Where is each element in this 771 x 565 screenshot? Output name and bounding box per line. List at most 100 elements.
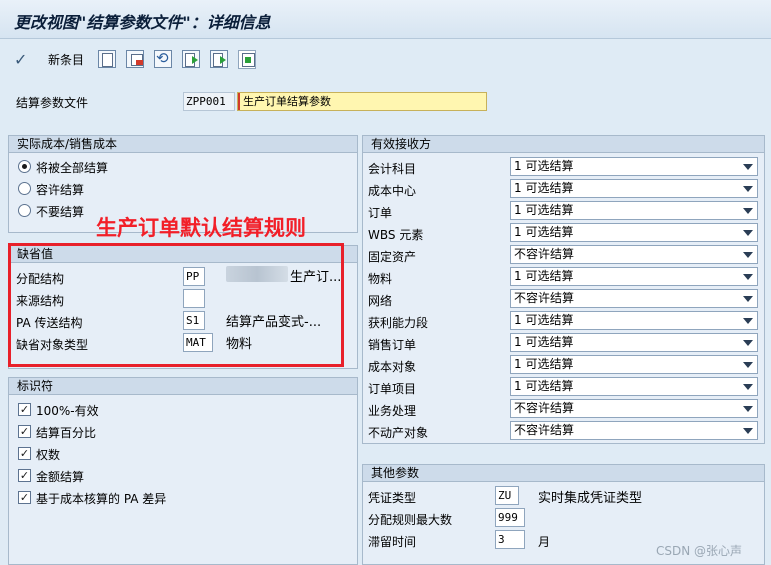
- chevron-down-icon: [743, 384, 753, 390]
- radio-optional-settlement[interactable]: [18, 182, 31, 195]
- label-equivalence: 权数: [36, 448, 61, 462]
- max-rules-label: 分配规则最大数: [368, 513, 453, 527]
- receiver-label: 会计科目: [368, 162, 417, 176]
- receiver-label: 获利能力段: [368, 316, 429, 330]
- receiver-select-sales-order[interactable]: 1 可选结算: [510, 333, 758, 352]
- document-type-text: 实时集成凭证类型: [538, 491, 643, 506]
- undo-icon: [154, 49, 172, 68]
- indicators-header: 标识符: [9, 378, 357, 395]
- receiver-select-real-estate[interactable]: 不容许结算: [510, 421, 758, 440]
- receiver-label: 不动产对象: [368, 426, 429, 440]
- option-fully-settled: 将被全部结算: [36, 161, 109, 175]
- receiver-value: 1 可选结算: [514, 379, 574, 393]
- radio-no-settlement[interactable]: [18, 204, 31, 217]
- receiver-label: WBS 元素: [368, 228, 424, 242]
- next-entry-button[interactable]: [210, 49, 228, 69]
- residence-time-label: 滞留时间: [368, 535, 417, 549]
- receiver-select-business-process[interactable]: 不容许结算: [510, 399, 758, 418]
- receiver-value: 1 可选结算: [514, 203, 574, 217]
- label-pa-variance: 基于成本核算的 PA 差异: [36, 492, 167, 506]
- actual-costs-header: 实际成本/销售成本: [9, 136, 357, 153]
- residence-time-field[interactable]: 3: [495, 530, 525, 549]
- receiver-value: 不容许结算: [514, 291, 575, 305]
- receiver-value: 1 可选结算: [514, 357, 574, 371]
- residence-time-unit: 月: [538, 535, 551, 549]
- new-entries-label: 新条目: [48, 52, 85, 67]
- label-100-valid: 100%-有效: [36, 404, 99, 418]
- receiver-select-cost-center[interactable]: 1 可选结算: [510, 179, 758, 198]
- document-type-label: 凭证类型: [368, 491, 417, 505]
- label-percent-settlement: 结算百分比: [36, 426, 97, 440]
- receiver-value: 1 可选结算: [514, 269, 574, 283]
- receiver-label: 成本对象: [368, 360, 417, 374]
- select-block-icon: [238, 49, 256, 69]
- receiver-label: 业务处理: [368, 404, 417, 418]
- chevron-down-icon: [743, 164, 753, 170]
- receiver-value: 不容许结算: [514, 423, 575, 437]
- display-change-button[interactable]: ✓: [14, 49, 27, 69]
- chevron-down-icon: [743, 208, 753, 214]
- window-title: 更改视图"结算参数文件"：详细信息: [14, 13, 271, 32]
- copy-button[interactable]: [98, 49, 116, 69]
- chevron-down-icon: [743, 428, 753, 434]
- max-rules-field[interactable]: 999: [495, 508, 525, 527]
- option-optional-settlement: 容许结算: [36, 183, 85, 197]
- delete-button[interactable]: [126, 49, 144, 69]
- watermark: CSDN @张心声: [656, 544, 743, 558]
- chevron-down-icon: [743, 186, 753, 192]
- receiver-label: 订单项目: [368, 382, 417, 396]
- receiver-value: 1 可选结算: [514, 225, 574, 239]
- receiver-value: 不容许结算: [514, 247, 575, 261]
- chevron-down-icon: [743, 406, 753, 412]
- previous-entry-icon: [182, 50, 200, 68]
- chevron-down-icon: [743, 296, 753, 302]
- receiver-label: 固定资产: [368, 250, 417, 264]
- chevron-down-icon: [743, 362, 753, 368]
- receiver-value: 1 可选结算: [514, 313, 574, 327]
- receiver-label: 物料: [368, 272, 393, 286]
- chevron-down-icon: [743, 274, 753, 280]
- glasses-pencil-icon: ✓: [14, 49, 28, 69]
- receiver-label: 订单: [368, 206, 393, 220]
- checkbox-amount-settlement[interactable]: ✓: [18, 469, 31, 482]
- receiver-label: 销售订单: [368, 338, 417, 352]
- chevron-down-icon: [743, 340, 753, 346]
- receiver-select-order-item[interactable]: 1 可选结算: [510, 377, 758, 396]
- receiver-select-profitability-segment[interactable]: 1 可选结算: [510, 311, 758, 330]
- copy-icon: [98, 50, 116, 68]
- receivers-header: 有效接收方: [363, 136, 764, 153]
- receiver-select-material[interactable]: 1 可选结算: [510, 267, 758, 286]
- delete-icon: [126, 50, 144, 68]
- checkbox-100-valid[interactable]: ✓: [18, 403, 31, 416]
- checkbox-pa-variance[interactable]: ✓: [18, 491, 31, 504]
- receiver-value: 1 可选结算: [514, 159, 574, 173]
- other-params-header: 其他参数: [363, 465, 764, 482]
- receiver-label: 网络: [368, 294, 393, 308]
- checkbox-percent-settlement[interactable]: ✓: [18, 425, 31, 438]
- receiver-select-fixed-asset[interactable]: 不容许结算: [510, 245, 758, 264]
- profile-label: 结算参数文件: [16, 96, 89, 110]
- receiver-value: 不容许结算: [514, 401, 575, 415]
- application-toolbar: ✓ 新条目: [0, 42, 771, 76]
- profile-description-field[interactable]: 生产订单结算参数: [237, 92, 487, 111]
- checkbox-equivalence[interactable]: ✓: [18, 447, 31, 460]
- receiver-select-network[interactable]: 不容许结算: [510, 289, 758, 308]
- chevron-down-icon: [743, 230, 753, 236]
- receiver-select-cost-object[interactable]: 1 可选结算: [510, 355, 758, 374]
- previous-entry-button[interactable]: [182, 49, 200, 69]
- chevron-down-icon: [743, 252, 753, 258]
- title-bar: 更改视图"结算参数文件"：详细信息: [0, 0, 771, 39]
- new-entries-button[interactable]: 新条目: [48, 49, 84, 69]
- receiver-label: 成本中心: [368, 184, 417, 198]
- profile-code-field[interactable]: ZPP001: [183, 92, 235, 111]
- receiver-select-wbs[interactable]: 1 可选结算: [510, 223, 758, 242]
- document-type-field[interactable]: ZU: [495, 486, 519, 505]
- radio-fully-settled[interactable]: [18, 160, 31, 173]
- label-amount-settlement: 金额结算: [36, 470, 85, 484]
- receiver-select-gl-account[interactable]: 1 可选结算: [510, 157, 758, 176]
- annotation-text: 生产订单默认结算规则: [96, 216, 306, 240]
- next-entry-icon: [210, 50, 228, 68]
- undo-button[interactable]: [154, 49, 172, 69]
- receiver-select-order[interactable]: 1 可选结算: [510, 201, 758, 220]
- receiver-value: 1 可选结算: [514, 335, 574, 349]
